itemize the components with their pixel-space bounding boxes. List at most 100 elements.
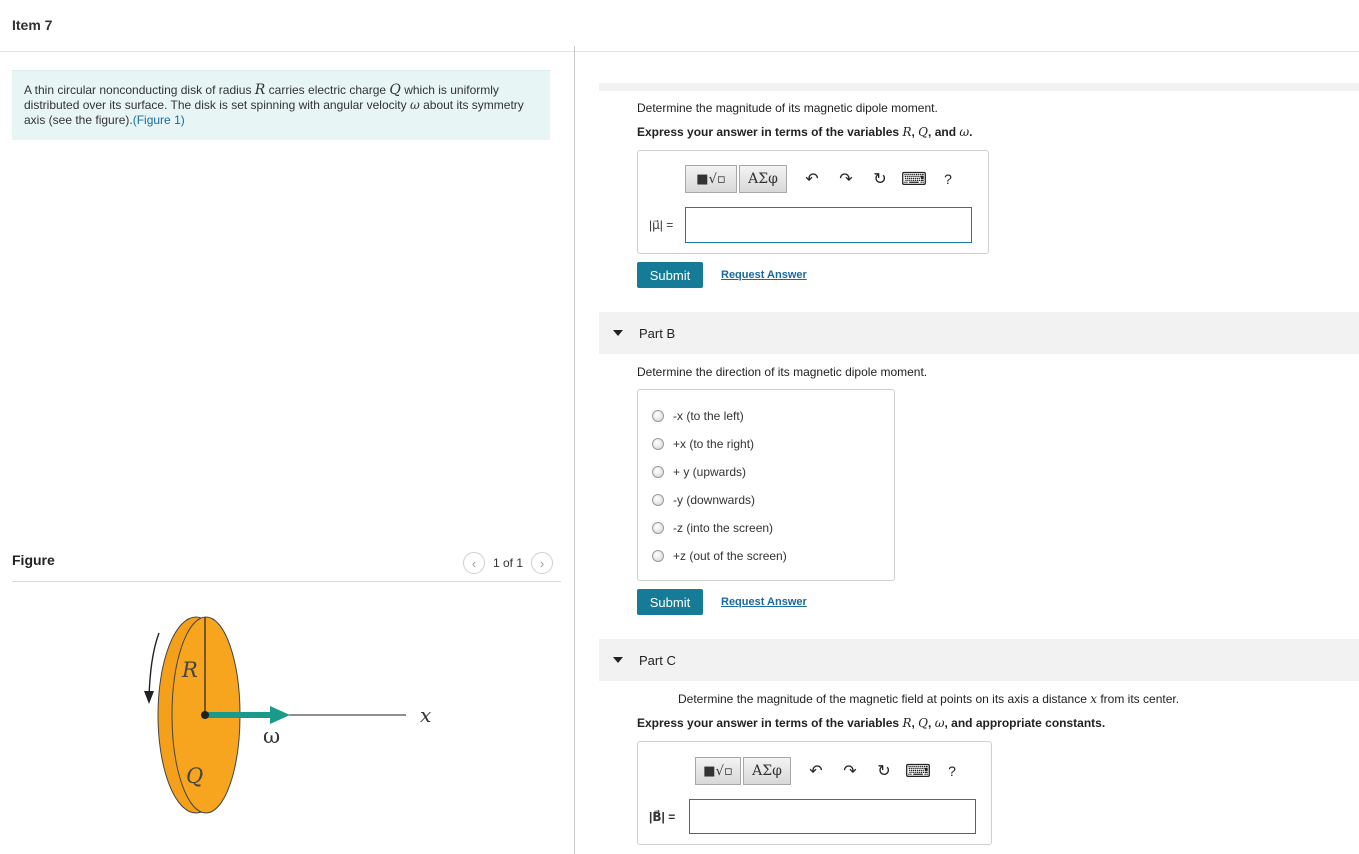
- redo-icon[interactable]: ↷: [839, 760, 861, 782]
- var-x: x: [1090, 692, 1098, 706]
- rotation-arrow: [148, 632, 160, 700]
- radio-button[interactable]: [652, 494, 664, 506]
- express-text: Express your answer in terms of the vari…: [637, 125, 903, 139]
- b-field-label: |B⃗| =: [649, 810, 676, 824]
- var-q: Q: [389, 82, 401, 98]
- help-icon[interactable]: ?: [937, 168, 959, 190]
- var-q: Q: [918, 125, 929, 139]
- part-a-instructions: Express your answer in terms of the vari…: [637, 125, 973, 139]
- var-omega: ω: [934, 716, 945, 730]
- option-pos-z[interactable]: +z (out of the screen): [652, 549, 787, 563]
- label-q: Q: [186, 764, 203, 788]
- math-toolbar: ■√▫ ΑΣφ ↶ ↷ ↻ ⌨ ?: [685, 165, 959, 193]
- part-a-request-answer-link[interactable]: Request Answer: [721, 269, 807, 281]
- omega-vector: [205, 712, 273, 718]
- math-toolbar: ■√▫ ΑΣφ ↶ ↷ ↻ ⌨ ?: [695, 757, 963, 785]
- radio-button[interactable]: [652, 550, 664, 562]
- rotation-arrowhead: [144, 691, 154, 704]
- problem-text: carries electric charge: [265, 83, 390, 97]
- part-b-request-answer-link[interactable]: Request Answer: [721, 596, 807, 608]
- problem-text: which is uniformly: [400, 83, 499, 97]
- center-dot: [201, 711, 209, 719]
- option-neg-y[interactable]: -y (downwards): [652, 493, 755, 507]
- part-c-header[interactable]: [599, 639, 1359, 681]
- keyboard-icon[interactable]: ⌨: [905, 760, 931, 782]
- greek-symbols-button[interactable]: ΑΣφ: [739, 165, 787, 193]
- reset-icon[interactable]: ↻: [869, 168, 891, 190]
- express-suffix: and appropriate constants.: [951, 716, 1106, 730]
- radio-button[interactable]: [652, 466, 664, 478]
- figure-divider: [12, 581, 561, 582]
- option-label: -z (into the screen): [673, 521, 774, 535]
- omega-arrowhead: [270, 706, 290, 724]
- chevron-left-icon[interactable]: ‹: [463, 552, 485, 574]
- var-r: R: [902, 716, 912, 730]
- and-word: and: [934, 125, 957, 139]
- caret-down-icon[interactable]: [613, 657, 623, 663]
- templates-button[interactable]: ■√▫: [685, 165, 737, 193]
- part-c-prompt: Determine the magnitude of the magnetic …: [678, 692, 1179, 706]
- part-a-header-band: [599, 83, 1359, 91]
- redo-icon[interactable]: ↷: [835, 168, 857, 190]
- option-label: +x (to the right): [673, 437, 755, 451]
- templates-button[interactable]: ■√▫: [695, 757, 741, 785]
- problem-text: about its symmetry: [419, 98, 524, 112]
- option-neg-x[interactable]: -x (to the left): [652, 409, 744, 423]
- greek-symbols-button[interactable]: ΑΣφ: [743, 757, 791, 785]
- part-c-title[interactable]: Part C: [639, 653, 676, 668]
- var-r: R: [902, 125, 912, 139]
- radio-button[interactable]: [652, 522, 664, 534]
- part-b-submit-button[interactable]: Submit: [637, 589, 703, 615]
- problem-text: distributed over its surface. The disk i…: [24, 98, 410, 112]
- chevron-right-icon[interactable]: ›: [531, 552, 554, 574]
- figure-label: Figure: [12, 552, 55, 568]
- option-pos-y[interactable]: + y (upwards): [652, 465, 746, 479]
- problem-statement: A thin circular nonconducting disk of ra…: [12, 70, 550, 140]
- header-divider: [0, 51, 1359, 52]
- item-title: Item 7: [12, 17, 53, 33]
- part-a-prompt: Determine the magnitude of its magnetic …: [637, 101, 938, 115]
- label-omega: ω: [263, 724, 280, 748]
- radio-button[interactable]: [652, 410, 664, 422]
- express-text: Express your answer in terms of the vari…: [637, 716, 903, 730]
- figure-link[interactable]: (Figure 1): [133, 113, 185, 127]
- part-a-submit-button[interactable]: Submit: [637, 262, 703, 288]
- part-c-answer-box: ■√▫ ΑΣφ ↶ ↷ ↻ ⌨ ? |B⃗| =: [637, 741, 992, 845]
- radio-button[interactable]: [652, 438, 664, 450]
- figure-pager: ‹ 1 of 1 ›: [463, 551, 554, 575]
- caret-down-icon[interactable]: [613, 330, 623, 336]
- option-label: -x (to the left): [673, 409, 744, 423]
- option-pos-x[interactable]: +x (to the right): [652, 437, 754, 451]
- option-neg-z[interactable]: -z (into the screen): [652, 521, 773, 535]
- disk-diagram: R Q ω x: [144, 616, 431, 814]
- figure-count: 1 of 1: [493, 556, 524, 570]
- label-r: R: [181, 658, 198, 682]
- mu-label: |μ⃗| =: [649, 218, 674, 232]
- prompt-text: from its center.: [1097, 692, 1180, 706]
- option-label: +z (out of the screen): [673, 549, 787, 563]
- var-r: R: [254, 82, 266, 98]
- keyboard-icon[interactable]: ⌨: [901, 168, 927, 190]
- undo-icon[interactable]: ↶: [801, 168, 823, 190]
- direction-options: -x (to the left) +x (to the right) + y (…: [637, 389, 895, 581]
- option-label: + y (upwards): [673, 465, 747, 479]
- b-answer-input[interactable]: [689, 799, 976, 834]
- var-q: Q: [918, 716, 929, 730]
- option-label: -y (downwards): [673, 493, 756, 507]
- part-c-instructions: Express your answer in terms of the vari…: [637, 716, 1106, 730]
- part-b-header[interactable]: [599, 312, 1359, 354]
- mu-answer-input[interactable]: [685, 207, 972, 243]
- problem-text: A thin circular nonconducting disk of ra…: [24, 83, 255, 97]
- part-a-answer-box: ■√▫ ΑΣφ ↶ ↷ ↻ ⌨ ? |μ⃗| =: [637, 150, 989, 254]
- pane-divider[interactable]: [574, 46, 575, 854]
- part-b-title[interactable]: Part B: [639, 326, 675, 341]
- part-b-prompt: Determine the direction of its magnetic …: [637, 365, 928, 379]
- help-icon[interactable]: ?: [941, 760, 963, 782]
- var-omega: ω: [409, 98, 420, 112]
- undo-icon[interactable]: ↶: [805, 760, 827, 782]
- var-omega: ω: [959, 125, 970, 139]
- label-x: x: [420, 703, 431, 727]
- problem-text: axis (see the figure).: [24, 113, 133, 127]
- reset-icon[interactable]: ↻: [873, 760, 895, 782]
- prompt-text: Determine the magnitude of the magnetic …: [678, 692, 1091, 706]
